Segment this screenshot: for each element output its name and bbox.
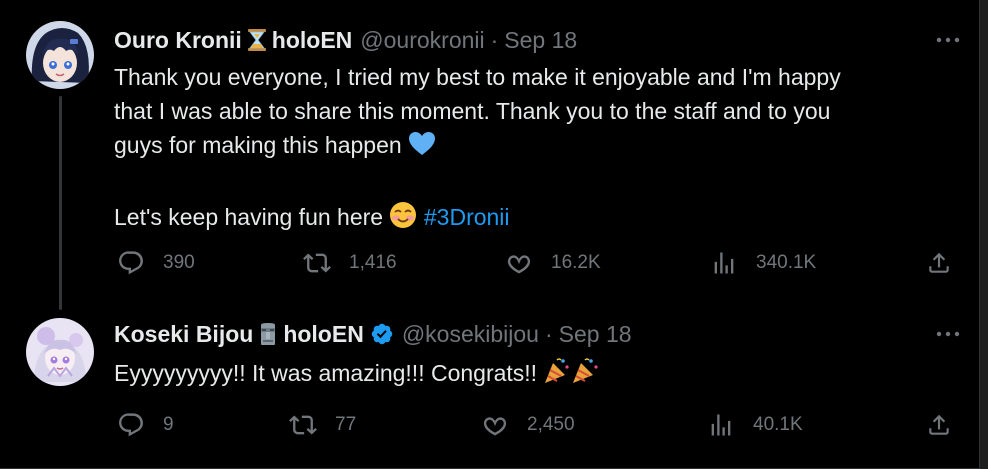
tweet-actions: 9 77 2,450 40.1K xyxy=(114,410,964,440)
repost-count: 77 xyxy=(335,414,357,435)
share-icon xyxy=(929,252,949,273)
like-button[interactable]: 16.2K xyxy=(505,248,601,278)
like-count: 16.2K xyxy=(551,252,601,273)
tweet-text-line: Eyyyyyyyyy!! It was amazing!!! Congrats!… xyxy=(114,356,954,394)
tweet-actions: 390 1,416 16.2K 340.1K xyxy=(114,248,964,278)
views-button[interactable]: 340.1K xyxy=(710,248,816,278)
views-count: 40.1K xyxy=(753,414,803,435)
separator: · xyxy=(544,320,553,347)
reply-button[interactable]: 9 xyxy=(117,410,174,440)
analytics-icon xyxy=(711,414,731,436)
display-name[interactable]: Koseki Bijou xyxy=(114,321,253,348)
avatar-bijou[interactable] xyxy=(26,318,94,386)
tweet-text-segment: guys for making this happen xyxy=(114,132,402,158)
views-button[interactable]: 40.1K xyxy=(707,410,803,440)
share-button[interactable] xyxy=(926,410,952,440)
reply-button[interactable]: 390 xyxy=(117,248,195,278)
repost-icon xyxy=(303,253,331,273)
heart-icon xyxy=(507,255,531,274)
blue-heart-icon xyxy=(408,131,436,166)
user-handle[interactable]: @ourokronii xyxy=(360,27,484,54)
user-handle[interactable]: @kosekibijou xyxy=(402,321,539,348)
party-popper-icon xyxy=(543,357,603,394)
heart-icon xyxy=(483,417,507,436)
more-options-icon[interactable] xyxy=(932,28,964,52)
tweet-text-line: Let's keep having fun here #3Dronii xyxy=(114,200,954,238)
tweet-text-line: guys for making this happen xyxy=(114,128,954,166)
analytics-icon xyxy=(714,252,734,274)
hashtag-link[interactable]: #3Dronii xyxy=(424,204,510,230)
display-name[interactable]: Ouro Kronii xyxy=(114,27,242,54)
share-button[interactable] xyxy=(926,248,952,278)
repost-button[interactable]: 1,416 xyxy=(303,248,397,278)
tweet-date[interactable]: Sep 18 xyxy=(559,321,632,348)
repost-count: 1,416 xyxy=(349,252,397,273)
tweet-header: Koseki Bijou holoEN @kosekibijou · Sep 1… xyxy=(114,320,632,348)
separator: · xyxy=(490,26,499,53)
smiling-face-icon xyxy=(389,201,417,238)
share-icon xyxy=(929,414,949,435)
tweet-date[interactable]: Sep 18 xyxy=(504,27,577,54)
display-name-suffix[interactable]: holoEN xyxy=(272,27,353,54)
views-count: 340.1K xyxy=(756,252,817,273)
repost-button[interactable]: 77 xyxy=(289,410,356,440)
display-name-suffix[interactable]: holoEN xyxy=(283,321,364,348)
reply-count: 390 xyxy=(163,252,195,273)
hourglass-icon xyxy=(246,28,268,52)
tweet-text: Thank you everyone, I tried my best to m… xyxy=(114,60,954,238)
reply-icon xyxy=(119,251,143,275)
reply-icon xyxy=(119,413,143,437)
tweet-text-segment: Let's keep having fun here xyxy=(114,204,384,230)
thread-panel: Ouro Kronii holoEN @ourokronii · Sep 18 … xyxy=(0,0,980,469)
moai-icon xyxy=(257,322,279,346)
verified-badge-icon xyxy=(370,322,394,346)
tweet-text-line: Thank you everyone, I tried my best to m… xyxy=(114,64,841,90)
tweet-text-segment: Eyyyyyyyyy!! It was amazing!!! Congrats!… xyxy=(114,360,538,386)
reply-count: 9 xyxy=(163,414,174,435)
like-count: 2,450 xyxy=(527,414,575,435)
thread-connector xyxy=(59,96,62,310)
tweet-text: Eyyyyyyyyy!! It was amazing!!! Congrats!… xyxy=(114,356,954,394)
avatar-kronii[interactable] xyxy=(26,21,94,89)
more-options-icon[interactable] xyxy=(932,322,964,346)
tweet-text-line: that I was able to share this moment. Th… xyxy=(114,98,831,124)
repost-icon xyxy=(289,415,317,435)
like-button[interactable]: 2,450 xyxy=(481,410,575,440)
tweet-header: Ouro Kronii holoEN @ourokronii · Sep 18 xyxy=(114,26,577,54)
